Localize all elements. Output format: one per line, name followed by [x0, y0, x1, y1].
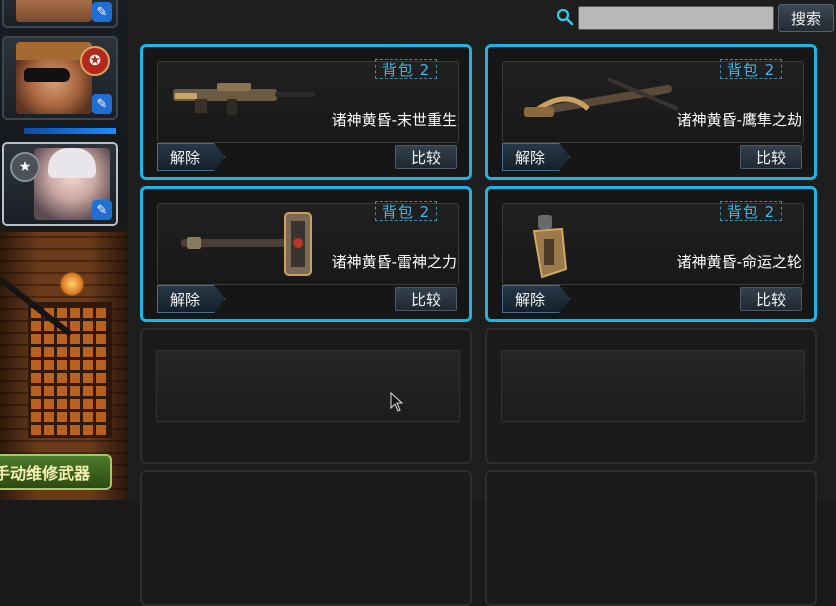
- wrench-icon[interactable]: ✎: [92, 200, 112, 220]
- empty-item-slot[interactable]: [140, 470, 472, 606]
- wrench-icon[interactable]: ✎: [92, 2, 112, 22]
- compare-button[interactable]: 比较: [740, 145, 802, 169]
- grenade-icon: [532, 215, 568, 279]
- item-name: 诸神黄昏-雷神之力: [331, 253, 457, 271]
- unequip-button[interactable]: 解除: [157, 285, 225, 313]
- unequip-button[interactable]: 解除: [157, 143, 225, 171]
- window-lattice: [28, 302, 112, 438]
- unequip-button[interactable]: 解除: [502, 143, 570, 171]
- inventory-panel: 搜索 背包 2 诸神黄昏-末世重生 解除 比较 背包 2 诸神黄昏-鹰隼之劫 解…: [128, 0, 836, 606]
- character-avatar-1[interactable]: ✎: [2, 0, 118, 28]
- character-avatar-3[interactable]: ★ ✎: [2, 142, 118, 226]
- item-name: 诸神黄昏-命运之轮: [676, 253, 802, 271]
- compare-label: 比较: [755, 148, 786, 167]
- wrench-icon[interactable]: ✎: [92, 94, 112, 114]
- compare-label: 比较: [410, 290, 441, 309]
- search-input[interactable]: [578, 6, 774, 30]
- compare-button[interactable]: 比较: [740, 287, 802, 311]
- item-card[interactable]: 背包 2 诸神黄昏-命运之轮 解除 比较: [485, 186, 817, 322]
- hair: [48, 148, 96, 178]
- selection-strip: [24, 128, 116, 134]
- backpack-slot-tag: 背包 2: [720, 59, 782, 79]
- empty-item-slot[interactable]: [485, 328, 817, 464]
- rank-badge-icon: ✪: [80, 46, 110, 76]
- item-card[interactable]: 背包 2 诸神黄昏-鹰隼之劫 解除 比较: [485, 44, 817, 180]
- rank-star-icon: ★: [10, 152, 40, 182]
- item-name: 诸神黄昏-鹰隼之劫: [676, 111, 802, 129]
- manual-repair-button[interactable]: 手动维修武器: [0, 454, 112, 490]
- compare-label: 比较: [410, 148, 441, 167]
- unequip-label: 解除: [170, 148, 201, 167]
- character-avatar-2[interactable]: ✪ ✎: [2, 36, 118, 120]
- unequip-label: 解除: [515, 148, 546, 167]
- item-card[interactable]: 背包 2 诸神黄昏-末世重生 解除 比较: [140, 44, 472, 180]
- backpack-slot-tag: 背包 2: [375, 201, 437, 221]
- compare-button[interactable]: 比较: [395, 287, 457, 311]
- hammer-icon: [181, 212, 312, 276]
- empty-slot-frame: [501, 350, 805, 422]
- unequip-label: 解除: [515, 290, 546, 309]
- item-name: 诸神黄昏-末世重生: [331, 111, 457, 129]
- unequip-label: 解除: [170, 290, 201, 309]
- compare-button[interactable]: 比较: [395, 145, 457, 169]
- avatar-portrait: [16, 42, 92, 114]
- empty-slot-frame: [156, 350, 460, 422]
- rifle-icon: [173, 83, 315, 115]
- empty-item-slot[interactable]: [485, 470, 817, 606]
- empty-item-slot[interactable]: [140, 328, 472, 464]
- unequip-button[interactable]: 解除: [502, 285, 570, 313]
- item-card[interactable]: 背包 2 诸神黄昏-雷神之力 解除 比较: [140, 186, 472, 322]
- character-sidebar: ✎ ✪ ✎ ★ ✎ 手动维修武器: [0, 0, 128, 500]
- backpack-slot-tag: 背包 2: [375, 59, 437, 79]
- compare-label: 比较: [755, 290, 786, 309]
- mouse-cursor-icon: [390, 392, 404, 412]
- eyepatch: [24, 68, 70, 82]
- search-button[interactable]: 搜索: [778, 4, 834, 32]
- lantern: [60, 272, 84, 296]
- search-icon: [556, 8, 574, 26]
- repair-button-label: 手动维修武器: [0, 464, 91, 483]
- search-button-label: 搜索: [790, 9, 821, 28]
- crossbow-icon: [524, 77, 679, 117]
- avatar-portrait: [16, 0, 92, 22]
- backpack-slot-tag: 背包 2: [720, 201, 782, 221]
